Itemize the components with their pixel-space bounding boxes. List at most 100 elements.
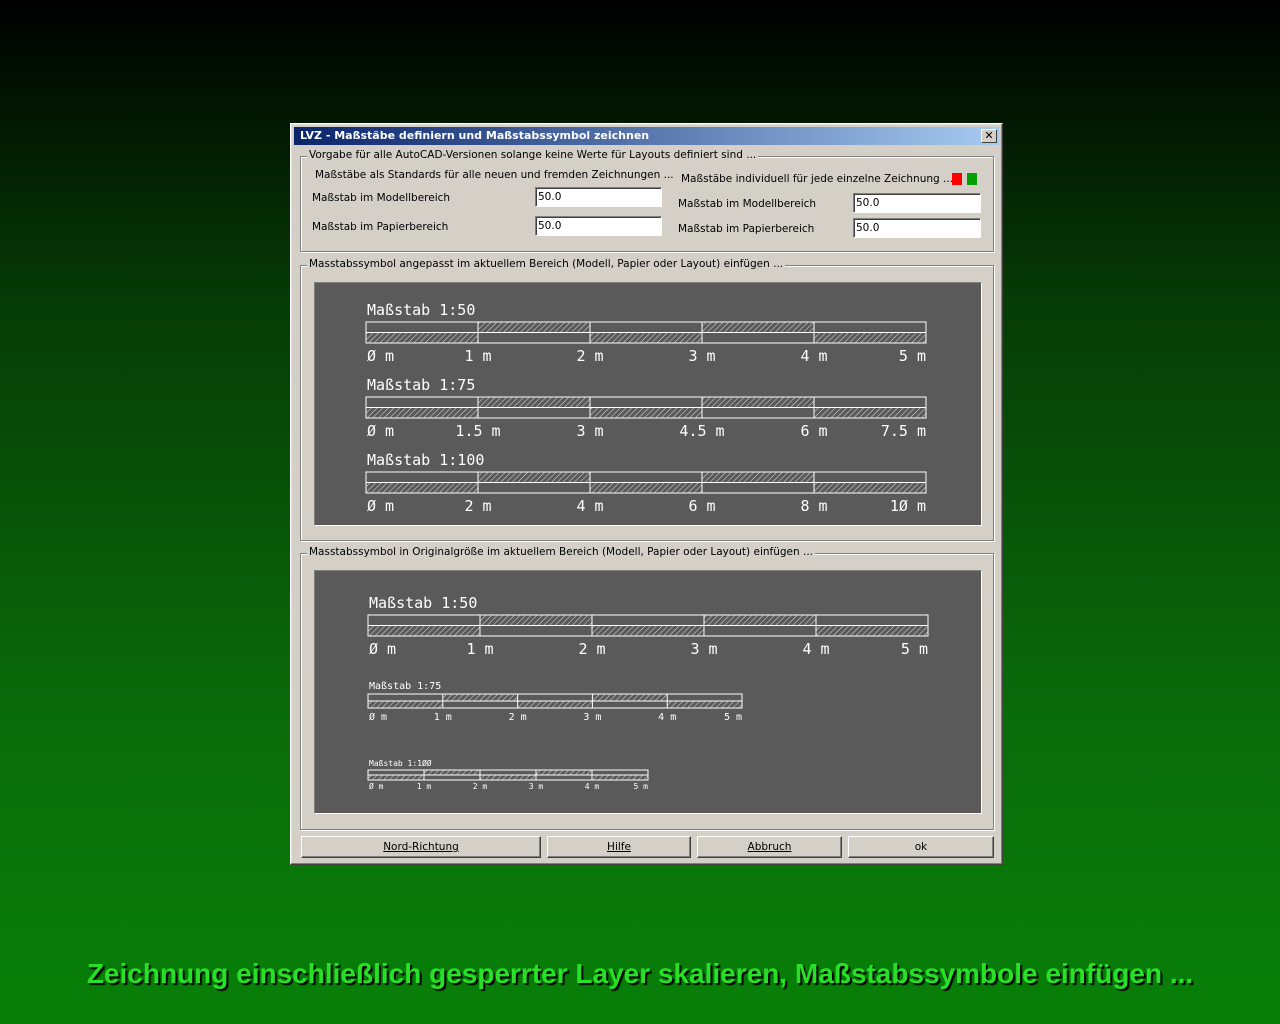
model-scale-label: Maßstab im Modellbereich xyxy=(312,192,451,204)
scale-tick-label: 2 m xyxy=(576,347,603,365)
scale-tick-label: Ø m xyxy=(367,422,394,440)
scale-segment-hatch xyxy=(478,472,590,483)
scale-segment-hatch xyxy=(592,694,668,701)
adapted-symbol-group: Masstabssymbol angepasst im aktuellem Be… xyxy=(300,258,994,541)
scale-tick-label: 4 m xyxy=(802,640,829,658)
scale-tick-label: 2 m xyxy=(464,497,491,515)
scale-tick-label: 4 m xyxy=(585,782,600,791)
scale-segment-hatch xyxy=(702,397,814,408)
individual-model-scale-label: Maßstab im Modellbereich xyxy=(678,198,817,210)
ok-button[interactable]: ok xyxy=(848,836,994,858)
scale-tick-label: 5 m xyxy=(901,640,928,658)
scale-tick-label: 1.5 m xyxy=(455,422,500,440)
individual-model-scale-input[interactable]: 50.0 xyxy=(853,193,981,213)
scale-tick-label: 3 m xyxy=(688,347,715,365)
close-icon[interactable]: ✕ xyxy=(981,129,997,143)
scale-segment-hatch xyxy=(702,322,814,333)
scale-tick-label: 1Ø m xyxy=(890,497,926,515)
green-flag-icon[interactable] xyxy=(967,173,977,185)
scale-title: Maßstab 1:50 xyxy=(369,594,477,612)
scale-tick-label: 4 m xyxy=(576,497,603,515)
scale-tick-label: 4 m xyxy=(658,712,676,723)
scale-segment-hatch xyxy=(814,482,926,493)
individual-paper-scale-input[interactable]: 50.0 xyxy=(853,218,981,238)
original-scalebars-svg: Maßstab 1:50 Ø m 1 m 2 m 3 m 4 m 5 m Maßstab 1:… xyxy=(367,594,929,791)
adapted-symbol-preview[interactable]: Maßstab 1:50 Ø m 1 m 2 m 3 m 4 m 5 m Maßstab 1:… xyxy=(314,282,982,526)
scale-tick-label: 3 m xyxy=(583,712,601,723)
scale-segment-hatch xyxy=(592,775,648,780)
scale-segment-hatch xyxy=(424,770,480,775)
adapted-scalebars-svg: Maßstab 1:50 Ø m 1 m 2 m 3 m 4 m 5 m Maßstab 1:… xyxy=(365,301,927,515)
individual-heading: Maßstäbe individuell für jede einzelne Z… xyxy=(681,173,954,185)
scale-tick-label: 6 m xyxy=(800,422,827,440)
scale-title: Maßstab 1:100 xyxy=(367,451,484,469)
individual-paper-scale-label: Maßstab im Papierbereich xyxy=(678,223,815,235)
paper-scale-label: Maßstab im Papierbereich xyxy=(312,221,449,233)
scale-segment-hatch xyxy=(816,625,928,636)
defaults-group: Vorgabe für alle AutoCAD-Versionen solan… xyxy=(300,149,994,252)
scale-segment-hatch xyxy=(366,482,478,493)
scale-title: Maßstab 1:1ØØ xyxy=(369,758,432,768)
scale-segment-hatch xyxy=(592,625,704,636)
scale-segment-hatch xyxy=(366,407,478,418)
adapted-group-legend: Masstabssymbol angepasst im aktuellem Be… xyxy=(307,258,786,270)
scale-tick-label: 4 m xyxy=(800,347,827,365)
scale-title: Maßstab 1:50 xyxy=(367,301,475,319)
scale-segment-hatch xyxy=(480,615,592,626)
scale-segment-hatch xyxy=(590,407,702,418)
scale-tick-label: 5 m xyxy=(634,782,649,791)
scale-segment-hatch xyxy=(368,701,443,708)
scale-segment-hatch xyxy=(478,397,590,408)
scale-tick-label: 1 m xyxy=(466,640,493,658)
scale-tick-label: 1 m xyxy=(417,782,432,791)
scale-segment-hatch xyxy=(590,332,702,343)
defaults-group-legend: Vorgabe für alle AutoCAD-Versionen solan… xyxy=(307,149,759,161)
scale-segment-hatch xyxy=(442,694,518,701)
original-symbol-group: Masstabssymbol in Originalgröße im aktue… xyxy=(300,546,994,830)
dialog-titlebar[interactable]: LVZ - Maßstäbe definiern und Maßstabssym… xyxy=(294,127,999,145)
original-symbol-preview[interactable]: Maßstab 1:50 Ø m 1 m 2 m 3 m 4 m 5 m Maßstab 1:… xyxy=(314,570,982,814)
scale-tick-label: Ø m xyxy=(369,640,396,658)
scale-tick-label: 5 m xyxy=(724,712,742,723)
model-scale-input[interactable]: 50.0 xyxy=(535,187,662,207)
paper-scale-input[interactable]: 50.0 xyxy=(535,216,662,236)
slide-caption: Zeichnung einschließlich gesperrter Laye… xyxy=(86,958,1194,989)
red-flag-icon[interactable] xyxy=(952,173,962,185)
scale-tick-label: 3 m xyxy=(690,640,717,658)
scale-tick-label: 3 m xyxy=(576,422,603,440)
north-direction-button[interactable]: Nord-Richtung xyxy=(301,836,541,858)
scale-tick-label: 1 m xyxy=(464,347,491,365)
help-button[interactable]: Hilfe xyxy=(547,836,691,858)
scale-segment-hatch xyxy=(702,472,814,483)
scale-segment-hatch xyxy=(814,407,926,418)
cancel-button[interactable]: Abbruch xyxy=(697,836,842,858)
scale-segment-hatch xyxy=(590,482,702,493)
scale-tick-label: 3 m xyxy=(529,782,544,791)
scale-segment-hatch xyxy=(814,332,926,343)
scale-tick-label: 4.5 m xyxy=(679,422,724,440)
scale-segment-hatch xyxy=(368,625,480,636)
dialog-title: LVZ - Maßstäbe definiern und Maßstabssym… xyxy=(300,129,650,142)
scale-segment-hatch xyxy=(480,775,536,780)
scale-tick-label: 6 m xyxy=(688,497,715,515)
scale-segment-hatch xyxy=(704,615,816,626)
scale-tick-label: 5 m xyxy=(899,347,926,365)
scale-tick-label: 7.5 m xyxy=(881,422,926,440)
scale-tick-label: Ø m xyxy=(367,347,394,365)
scale-segment-hatch xyxy=(478,322,590,333)
original-group-legend: Masstabssymbol in Originalgröße im aktue… xyxy=(307,546,815,558)
scale-tick-label: Ø m xyxy=(369,711,387,723)
scale-segment-hatch xyxy=(667,701,742,708)
standards-heading: Maßstäbe als Standards für alle neuen un… xyxy=(315,169,674,181)
scale-tick-label: Ø m xyxy=(369,781,384,791)
scale-tick-label: 1 m xyxy=(434,712,452,723)
scale-dialog: LVZ - Maßstäbe definiern und Maßstabssym… xyxy=(290,123,1003,865)
scale-title: Maßstab 1:75 xyxy=(369,681,441,692)
scale-tick-label: 2 m xyxy=(578,640,605,658)
scale-tick-label: Ø m xyxy=(367,497,394,515)
scale-tick-label: 2 m xyxy=(509,712,527,723)
scale-title: Maßstab 1:75 xyxy=(367,376,475,394)
scale-tick-label: 8 m xyxy=(800,497,827,515)
scale-segment-hatch xyxy=(517,701,593,708)
scale-segment-hatch xyxy=(366,332,478,343)
